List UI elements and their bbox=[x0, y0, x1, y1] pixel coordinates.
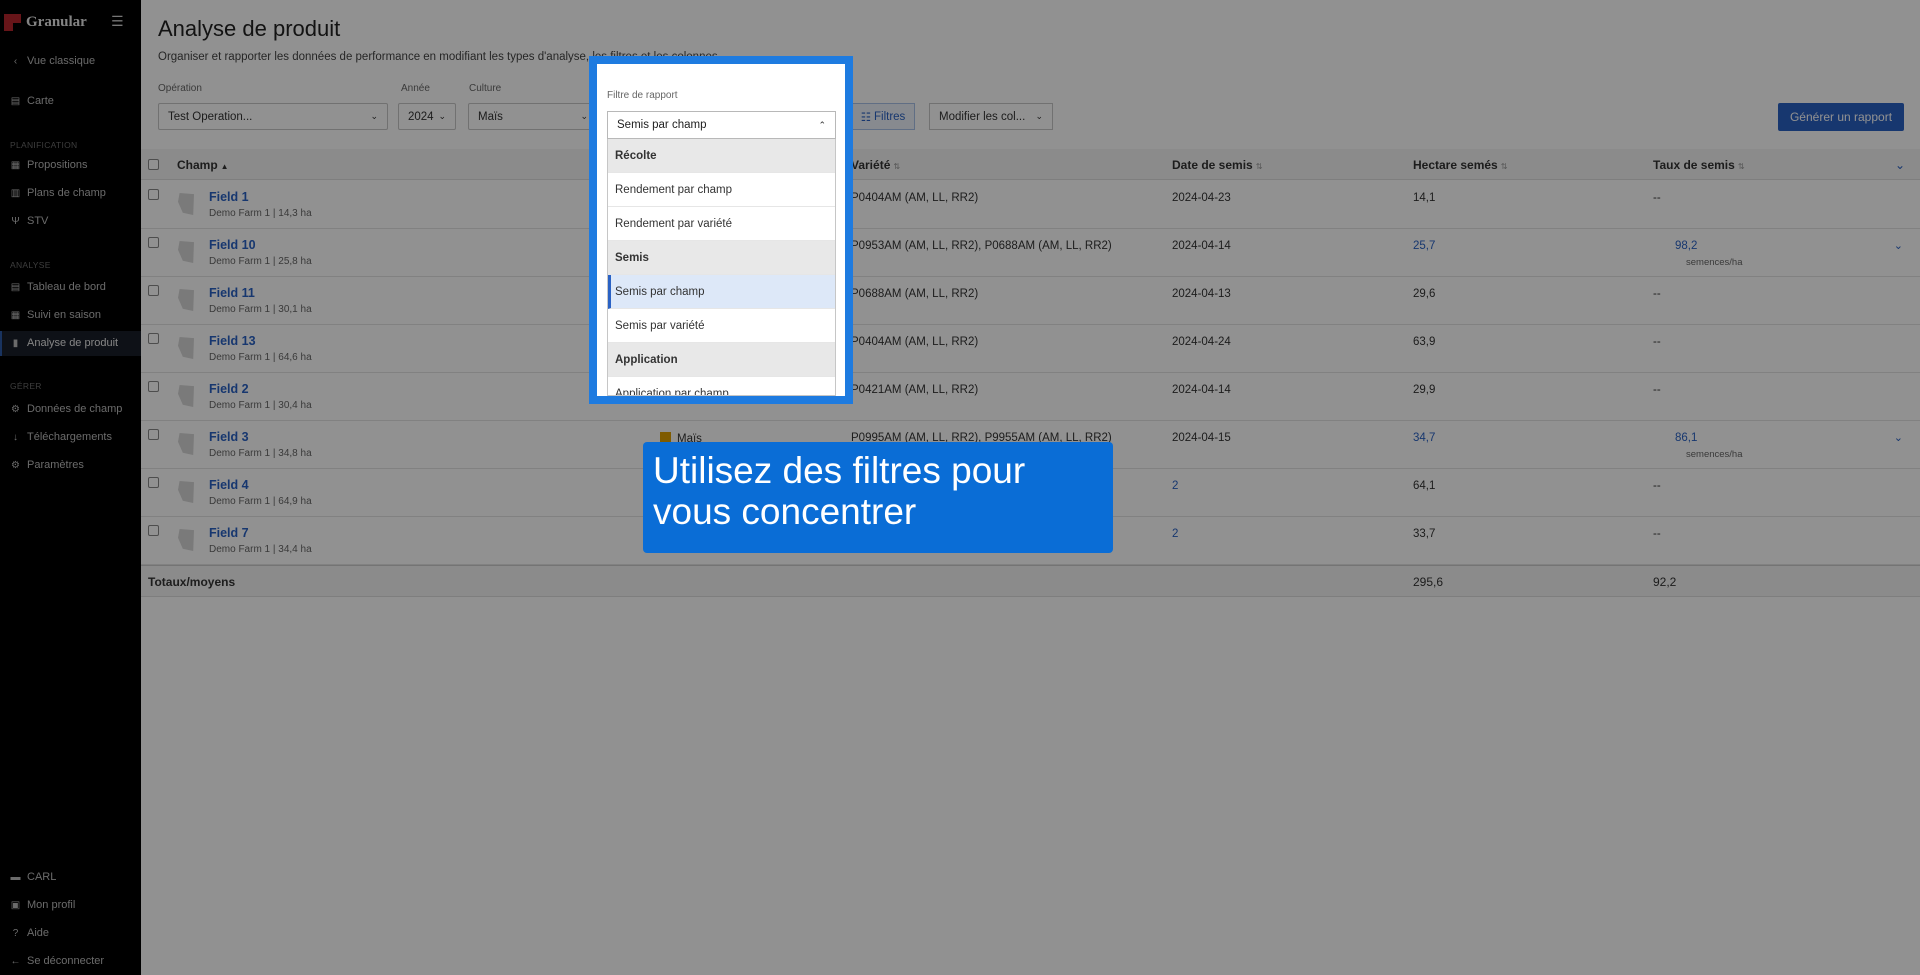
report-filter-select[interactable]: Semis par champ ⌃ bbox=[607, 111, 836, 139]
report-filter-option[interactable]: Semis par variété bbox=[608, 309, 835, 343]
tutorial-callout: Utilisez des filtres pour vous concentre… bbox=[643, 442, 1113, 553]
chevron-up-icon: ⌃ bbox=[818, 119, 826, 130]
report-filter-option[interactable]: Rendement par variété bbox=[608, 207, 835, 241]
option-group-header: Application bbox=[608, 343, 835, 377]
option-group-header: Récolte bbox=[608, 139, 835, 173]
report-filter-label: Filtre de rapport bbox=[607, 90, 678, 101]
report-filter-panel: Filtre de rapport Semis par champ ⌃ Récol… bbox=[597, 64, 845, 396]
highlight-frame: Filtre de rapport Semis par champ ⌃ Récol… bbox=[589, 56, 853, 404]
option-group-header: Semis bbox=[608, 241, 835, 275]
report-filter-option[interactable]: Semis par champ bbox=[608, 275, 835, 309]
report-filter-option[interactable]: Rendement par champ bbox=[608, 173, 835, 207]
report-filter-value: Semis par champ bbox=[617, 119, 707, 131]
report-filter-option[interactable]: Application par champ bbox=[608, 377, 835, 395]
report-filter-options: Récolte Rendement par champ Rendement par … bbox=[607, 139, 836, 396]
